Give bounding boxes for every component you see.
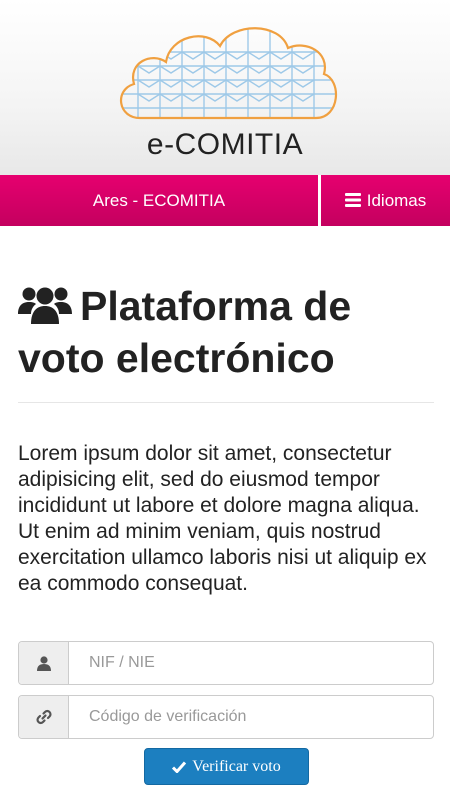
site-header: e-COMITIA [0, 0, 450, 175]
code-input-group [18, 695, 434, 739]
intro-paragraph: Lorem ipsum dolor sit amet, consectetur … [18, 442, 427, 595]
nif-input-group [18, 641, 434, 685]
verify-vote-button[interactable]: Verificar voto [144, 748, 309, 785]
check-icon [172, 761, 187, 773]
cloud-logo-icon [119, 27, 337, 120]
navbar-brand[interactable]: Ares - ECOMITIA [0, 175, 318, 226]
verify-vote-label: Verificar voto [192, 757, 281, 775]
languages-label: Idiomas [366, 191, 427, 210]
languages-menu-button[interactable]: Idiomas [321, 175, 450, 226]
bars-icon [344, 193, 361, 208]
verification-code-input[interactable] [69, 696, 433, 738]
user-icon [36, 655, 51, 671]
code-addon [19, 696, 69, 738]
users-icon [18, 287, 72, 324]
nif-addon [19, 642, 69, 684]
nif-input[interactable] [69, 642, 433, 684]
page-title: Plataforma de voto electrónico [18, 280, 438, 384]
page-header: Plataforma de voto electrónico [18, 280, 438, 384]
logo-text: e-COMITIA [146, 128, 304, 161]
link-icon [35, 709, 52, 725]
navbar: Ares - ECOMITIA Idiomas [0, 175, 450, 226]
title-divider [18, 402, 434, 403]
